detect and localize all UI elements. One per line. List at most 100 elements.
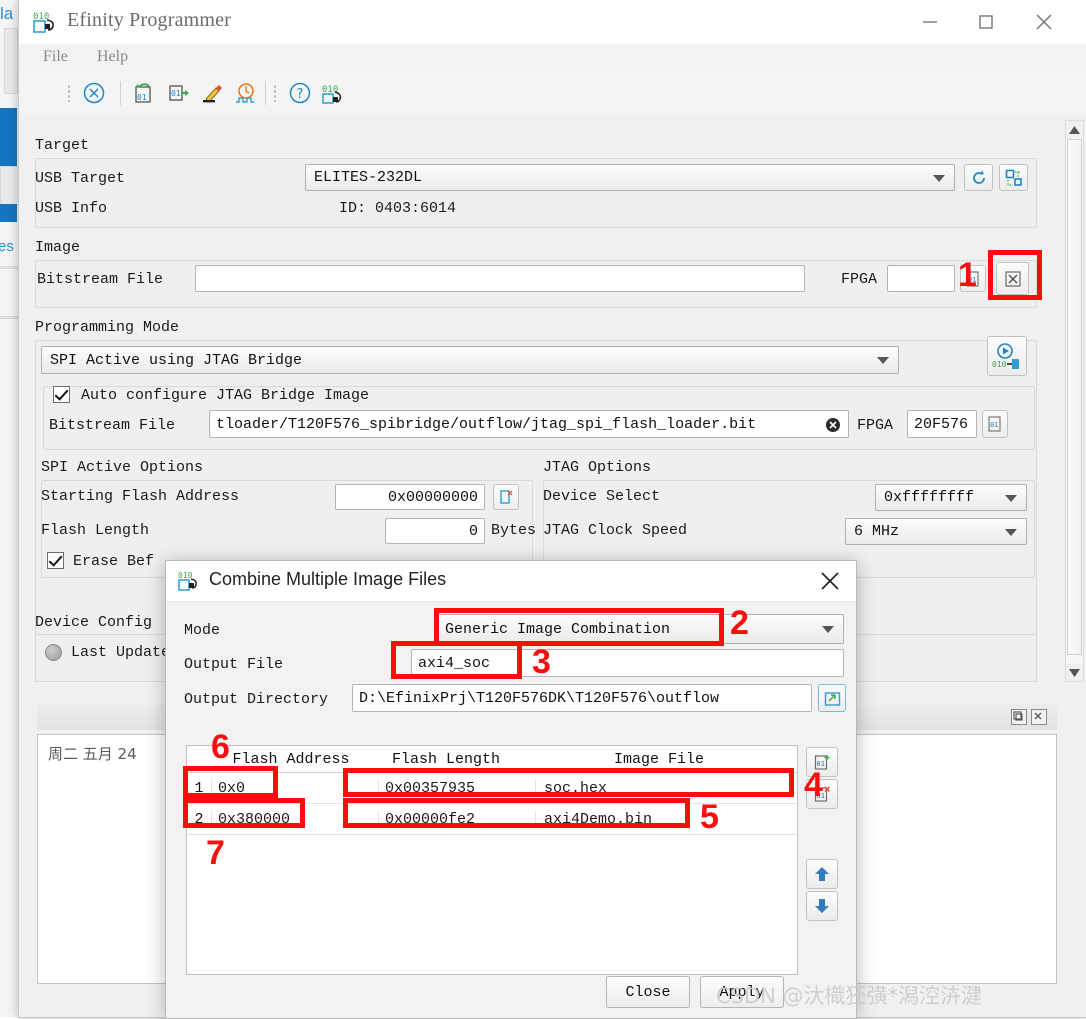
close-button[interactable]: [1019, 0, 1069, 44]
svg-text:01: 01: [137, 93, 147, 102]
cell-flash-length[interactable]: 0x00000fe2: [379, 810, 536, 828]
auto-configure-label: Auto configure JTAG Bridge Image: [81, 387, 370, 404]
menu-bar: File Help: [19, 44, 1086, 73]
binary-arrow-icon[interactable]: 010: [320, 80, 346, 106]
bitstream-info-icon[interactable]: 01: [982, 410, 1008, 438]
dialog-mode-combo[interactable]: Generic Image Combination: [436, 614, 844, 644]
table-row[interactable]: 1 0x0 0x00357935 soc.hex: [187, 773, 797, 804]
menu-item-help[interactable]: Help: [97, 48, 128, 66]
flash-length-input[interactable]: 0: [385, 518, 485, 544]
scan-chain-icon[interactable]: [999, 164, 1028, 191]
jtag-bitstream-input[interactable]: tloader/T120F576_spibridge/outflow/jtag_…: [209, 410, 849, 438]
status-dot-icon: [45, 644, 62, 661]
chevron-down-icon: [1005, 494, 1017, 502]
starting-flash-address-label: Starting Flash Address: [41, 488, 240, 505]
starting-flash-address-input[interactable]: 0x00000000: [335, 484, 485, 510]
combine-image-files-dialog: 010 Combine Multiple Image Files Mode Ge…: [165, 560, 857, 1019]
program-run-button[interactable]: 010: [987, 336, 1027, 376]
dialog-output-file-label: Output File: [184, 656, 284, 673]
flash-address-clear-icon[interactable]: [493, 484, 519, 510]
float-panel-icon[interactable]: [1011, 709, 1027, 725]
jtag-fpga-label: FPGA: [857, 417, 894, 434]
binary-arrow-icon: 010: [33, 10, 59, 34]
flash-length-label: Flash Length: [41, 522, 150, 539]
image-files-table[interactable]: Flash Address Flash Length Image File 1 …: [186, 745, 798, 975]
programming-mode-combo[interactable]: SPI Active using JTAG Bridge: [41, 346, 899, 374]
jtag-clock-speed-label: JTAG Clock Speed: [543, 522, 688, 539]
device-select-combo[interactable]: 0xffffffff: [875, 484, 1027, 511]
remove-image-button[interactable]: 01: [806, 779, 838, 809]
dialog-title: Combine Multiple Image Files: [209, 569, 447, 589]
arrow-up-icon: [815, 867, 829, 881]
jtag-clock-speed-combo[interactable]: 6 MHz: [845, 518, 1027, 545]
cell-flash-address[interactable]: 0x0: [212, 779, 379, 797]
device-select-value: 0xffffffff: [884, 489, 975, 506]
clock-waveform-icon[interactable]: [233, 80, 259, 106]
programming-mode-group-label: Programming Mode: [35, 319, 180, 336]
export-device-icon[interactable]: 01: [166, 80, 192, 106]
move-down-button[interactable]: [806, 891, 838, 921]
background-app-title: la: [0, 4, 14, 23]
target-group-label: Target: [35, 137, 90, 154]
bitstream-file-input[interactable]: [195, 265, 805, 292]
fpga-input[interactable]: [887, 265, 955, 292]
usb-target-combo[interactable]: ELITES-232DL: [305, 164, 955, 191]
scroll-down-arrow-icon[interactable]: [1066, 664, 1083, 681]
move-up-button[interactable]: [806, 859, 838, 889]
flash-length-unit: Bytes: [491, 522, 537, 539]
cell-flash-address[interactable]: 0x380000: [212, 810, 379, 828]
minimize-button[interactable]: [905, 0, 955, 44]
svg-text:010: 010: [992, 360, 1007, 369]
dialog-output-directory-input[interactable]: D:\EfinixPrj\T120F576DK\T120F576\outflow: [352, 684, 812, 712]
remove-image-icon: 01: [814, 786, 830, 802]
arrow-down-icon: [815, 899, 829, 913]
toolbar-grip[interactable]: [67, 84, 71, 102]
dialog-close-text-button[interactable]: Close: [606, 976, 690, 1008]
menu-item-file[interactable]: File: [43, 48, 68, 66]
toolbar: 01 01 ? 010: [19, 72, 1086, 115]
chevron-down-icon: [1005, 528, 1017, 536]
svg-text:01: 01: [990, 421, 998, 429]
usb-target-label: USB Target: [35, 170, 126, 187]
combine-images-icon[interactable]: [996, 262, 1029, 295]
add-image-icon: 01: [814, 755, 829, 770]
dialog-output-file-input[interactable]: axi4_soc: [411, 649, 844, 677]
dialog-close-button[interactable]: [814, 565, 846, 597]
last-update-label: Last Update: [71, 644, 171, 661]
chevron-down-icon: [822, 626, 834, 633]
chevron-down-icon: [877, 357, 889, 364]
scrollbar-thumb[interactable]: [1067, 139, 1082, 655]
column-flash-address: Flash Address: [232, 750, 350, 768]
dialog-output-directory-label: Output Directory: [184, 691, 329, 708]
close-panel-icon[interactable]: [1031, 709, 1047, 725]
usb-info-value: ID: 0403:6014: [339, 200, 457, 217]
cancel-circle-icon[interactable]: [81, 80, 107, 106]
binary-arrow-icon: 010: [178, 570, 202, 592]
edit-pencil-icon[interactable]: [200, 80, 226, 106]
dialog-title-bar: 010 Combine Multiple Image Files: [166, 561, 856, 602]
bitstream-info-icon[interactable]: 01: [960, 265, 986, 292]
svg-text:01: 01: [816, 760, 824, 768]
maximize-button[interactable]: [961, 0, 1011, 44]
help-circle-icon[interactable]: ?: [287, 80, 313, 106]
jtag-fpga-input[interactable]: 20F576: [907, 410, 977, 438]
scroll-up-arrow-icon[interactable]: [1066, 121, 1083, 138]
table-row[interactable]: 2 0x380000 0x00000fe2 axi4Demo.bin: [187, 804, 797, 835]
folder-browse-icon[interactable]: [818, 684, 846, 712]
cell-flash-length[interactable]: 0x00357935: [379, 779, 536, 797]
refresh-device-icon[interactable]: 01: [131, 80, 157, 106]
vertical-scrollbar[interactable]: [1065, 120, 1084, 682]
row-index: 1: [187, 779, 212, 797]
column-image-file: Image File: [613, 750, 704, 768]
svg-text:010: 010: [178, 571, 193, 580]
cell-image-file[interactable]: soc.hex: [536, 780, 797, 797]
device-select-label: Device Select: [543, 488, 661, 505]
add-image-button[interactable]: 01: [806, 747, 838, 777]
clear-field-icon[interactable]: [825, 417, 841, 438]
auto-configure-checkbox[interactable]: [53, 386, 70, 403]
column-flash-length: Flash Length: [391, 750, 501, 768]
cell-image-file[interactable]: axi4Demo.bin: [536, 811, 797, 828]
erase-before-checkbox[interactable]: [47, 552, 64, 569]
row-index: 2: [187, 810, 212, 828]
refresh-icon[interactable]: [964, 164, 993, 191]
